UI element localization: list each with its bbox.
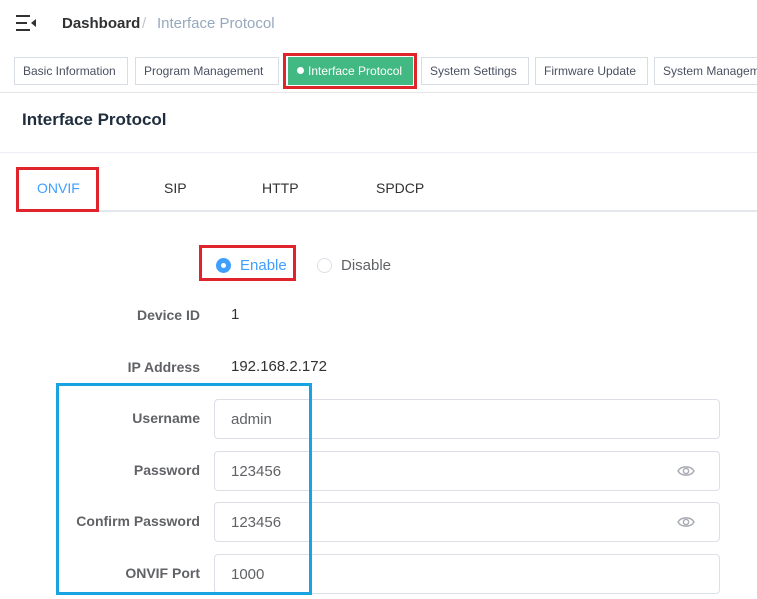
eye-icon[interactable] [677,515,695,529]
tab-http[interactable]: HTTP [262,180,299,196]
tab-firmware-update[interactable]: Firmware Update [535,57,648,85]
password-input[interactable] [215,452,655,490]
breadcrumb-current: Interface Protocol [157,15,275,32]
enable-radio[interactable]: Enable [216,256,287,274]
username-input[interactable] [215,400,655,438]
radio-checked-icon [216,257,231,273]
username-label: Username [132,410,200,426]
eye-icon[interactable] [677,464,695,478]
tab-program-management[interactable]: Program Management [135,57,279,85]
tab-interface-protocol-label: Interface Protocol [308,64,403,78]
hamburger-fold-icon[interactable] [16,14,36,32]
breadcrumb-home[interactable]: Dashboard [62,15,140,32]
disable-radio[interactable]: Disable [317,256,391,274]
tab-interface-protocol[interactable]: Interface Protocol [288,57,413,85]
divider [0,92,757,93]
page-title: Interface Protocol [22,110,167,129]
onvif-port-label: ONVIF Port [125,565,200,581]
username-field[interactable] [214,399,720,439]
onvif-port-field[interactable] [214,554,720,594]
password-label: Password [133,462,200,478]
protocol-tabs-divider [16,210,757,212]
card-divider [0,152,757,153]
tab-onvif[interactable]: ONVIF [37,180,80,196]
device-id-label: Device ID [136,307,200,323]
radio-unchecked-icon [317,257,332,273]
device-id-value: 1 [231,306,240,323]
tab-basic-information[interactable]: Basic Information [14,57,128,85]
confirm-password-field[interactable] [214,502,720,542]
confirm-password-label: Confirm Password [76,513,200,529]
tags-view: Basic Information Program Management Int… [0,54,757,88]
tab-sip[interactable]: SIP [164,180,187,196]
ip-address-label: IP Address [127,359,200,375]
tab-system-settings[interactable]: System Settings [421,57,529,85]
ip-address-value: 192.168.2.172 [231,358,327,375]
navbar: Dashboard / Interface Protocol [0,0,757,48]
tab-system-management[interactable]: System Managem [654,57,757,85]
tab-spdcp[interactable]: SPDCP [376,180,424,196]
disable-radio-label: Disable [341,256,392,274]
password-field[interactable] [214,451,720,491]
enable-radio-label: Enable [240,256,287,274]
active-dot-icon [297,67,304,74]
breadcrumb-separator: / [142,15,147,32]
confirm-password-input[interactable] [215,503,655,541]
onvif-port-input[interactable] [215,555,655,593]
